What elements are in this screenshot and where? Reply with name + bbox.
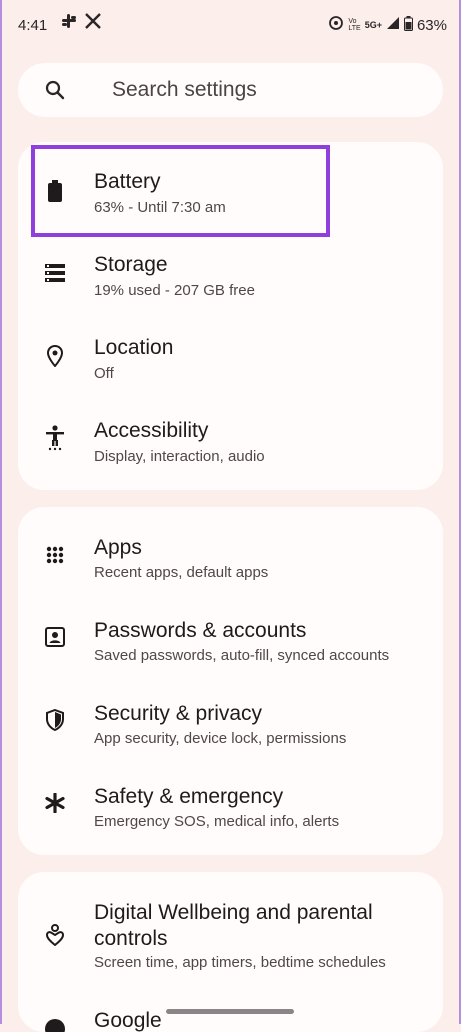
battery-status-icon [403, 15, 413, 35]
settings-item-safety-emergency[interactable]: Safety & emergency Emergency SOS, medica… [18, 756, 443, 838]
settings-group-wellbeing: Digital Wellbeing and parental controls … [18, 872, 443, 1032]
data-saver-icon [328, 15, 344, 35]
search-icon [45, 80, 65, 105]
settings-item-passwords-accounts[interactable]: Passwords & accounts Saved passwords, au… [18, 590, 443, 672]
settings-item-title-line1: Digital Wellbeing and parental [94, 901, 373, 924]
settings-item-security-privacy[interactable]: Security & privacy App security, device … [18, 673, 443, 755]
asterisk-icon [42, 790, 68, 816]
network-type: 5G+ [364, 20, 382, 30]
settings-item-title: Apps [94, 536, 142, 559]
account-box-icon [42, 624, 68, 650]
settings-item-title: Safety & emergency [94, 785, 284, 808]
battery-percent: 63% [416, 16, 447, 34]
settings-item-digital-wellbeing[interactable]: Digital Wellbeing and parental controls … [18, 872, 443, 982]
settings-item-subtitle: Saved passwords, auto-fill, synced accou… [94, 647, 390, 664]
location-pin-icon [42, 343, 68, 369]
battery-highlight-box [31, 145, 330, 237]
settings-item-title: Location [94, 336, 174, 359]
x-logo-icon [84, 12, 102, 34]
accessibility-icon [42, 425, 68, 451]
apps-grid-icon [42, 542, 68, 568]
wellbeing-icon [42, 922, 68, 948]
slack-icon [60, 12, 78, 34]
search-placeholder: Search settings [112, 78, 257, 101]
settings-item-title: Accessibility [94, 419, 209, 442]
settings-item-subtitle: Screen time, app timers, bedtime schedul… [94, 954, 386, 971]
settings-item-title-line2: controls [94, 927, 168, 950]
settings-item-storage[interactable]: Storage 19% used - 207 GB free [18, 225, 443, 307]
settings-item-accessibility[interactable]: Accessibility Display, interaction, audi… [18, 391, 443, 473]
signal-icon [386, 16, 400, 34]
settings-group-apps-security: Apps Recent apps, default apps Passwords… [18, 507, 443, 855]
settings-item-subtitle: Emergency SOS, medical info, alerts [94, 813, 340, 830]
status-bar: 4:41 Vo LTE 5G+ 63% [0, 0, 461, 54]
settings-item-apps[interactable]: Apps Recent apps, default apps [18, 507, 443, 589]
settings-item-subtitle: Recent apps, default apps [94, 564, 269, 581]
search-settings-bar[interactable]: Search settings [18, 63, 443, 117]
google-icon [42, 1016, 68, 1032]
settings-item-title: Storage [94, 253, 168, 276]
settings-item-location[interactable]: Location Off [18, 308, 443, 390]
settings-item-subtitle: Display, interaction, audio [94, 448, 265, 465]
storage-icon [42, 260, 68, 286]
volte-indicator: Vo LTE [348, 18, 361, 32]
status-time: 4:41 [18, 17, 48, 34]
settings-item-subtitle: App security, device lock, permissions [94, 730, 347, 747]
settings-item-subtitle: Off [94, 365, 114, 382]
settings-item-title: Google [94, 1009, 162, 1032]
gesture-nav-handle[interactable] [166, 1009, 294, 1014]
shield-icon [42, 707, 68, 733]
settings-item-title: Security & privacy [94, 702, 263, 725]
settings-item-subtitle: 19% used - 207 GB free [94, 282, 255, 299]
settings-item-title: Passwords & accounts [94, 619, 307, 642]
